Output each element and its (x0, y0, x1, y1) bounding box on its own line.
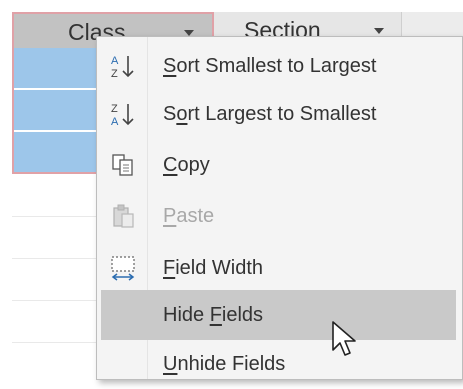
menu-item-label: Field Width (163, 257, 264, 279)
chevron-down-icon[interactable] (374, 28, 384, 34)
sort-descending-icon: Z A (111, 103, 134, 128)
menu-item-label: Copy (163, 154, 210, 176)
svg-text:Z: Z (111, 68, 118, 80)
sort-ascending-icon: A Z (111, 55, 134, 80)
menu-item-unhide-fields[interactable]: Unhide Fields (97, 339, 462, 389)
menu-item-label: Sort Largest to Smallest (163, 103, 377, 125)
menu-item-label: Unhide Fields (163, 353, 286, 375)
paste-icon (113, 204, 134, 228)
menu-item-paste[interactable]: Paste (97, 191, 462, 241)
menu-item-label: Hide Fields (163, 304, 264, 326)
menu-item-label: Paste (163, 205, 215, 227)
field-width-icon (111, 256, 135, 281)
svg-text:A: A (111, 116, 119, 128)
menu-item-label: Sort Smallest to Largest (163, 55, 377, 77)
menu-item-field-width[interactable]: Field Width (97, 243, 462, 293)
copy-icon (112, 154, 133, 176)
menu-item-copy[interactable]: Copy (97, 140, 462, 190)
field-context-menu: A Z Sort Smallest to Largest Z A Sort La… (96, 36, 463, 380)
menu-item-sort-ascending[interactable]: A Z Sort Smallest to Largest (97, 41, 462, 91)
menu-item-sort-descending[interactable]: Z A Sort Largest to Smallest (97, 89, 462, 139)
mouse-pointer-icon (332, 321, 356, 356)
svg-text:Z: Z (111, 103, 118, 115)
svg-text:A: A (111, 55, 119, 67)
menu-item-hide-fields[interactable]: Hide Fields (101, 290, 456, 340)
